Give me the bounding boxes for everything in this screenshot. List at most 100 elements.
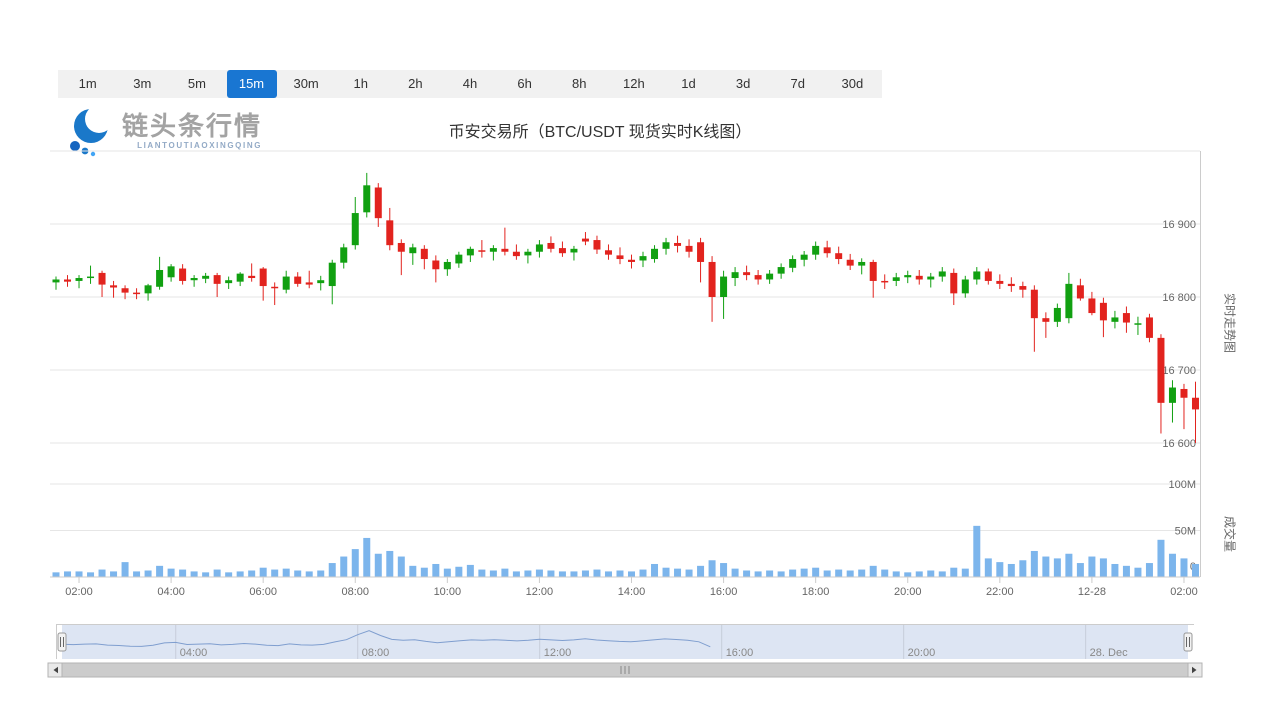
volume-bar — [260, 568, 267, 577]
volume-bar — [1054, 558, 1061, 577]
candle-down — [306, 282, 313, 284]
volume-bar — [686, 570, 693, 577]
candle-up — [202, 276, 209, 279]
candle-up — [904, 275, 911, 277]
candle-up — [927, 277, 934, 280]
volume-bar — [893, 571, 900, 577]
candle-down — [1146, 317, 1153, 337]
volume-axis-label: 100M — [1168, 479, 1196, 491]
volume-bar — [179, 570, 186, 577]
navigator-x-label: 16:00 — [726, 647, 754, 659]
candle-down — [1008, 284, 1015, 286]
volume-bar — [501, 569, 508, 577]
candle-down — [847, 260, 854, 266]
volume-bar — [490, 570, 497, 577]
volume-bar — [559, 571, 566, 577]
x-axis-label: 04:00 — [157, 586, 185, 598]
candle-up — [524, 252, 531, 256]
candle-down — [1192, 398, 1199, 410]
candle-up — [225, 280, 232, 283]
candle-down — [386, 220, 393, 245]
candle-up — [352, 213, 359, 245]
volume-bar — [145, 570, 152, 577]
volume-bar — [720, 563, 727, 577]
candle-down — [1180, 389, 1187, 398]
volume-bar — [973, 526, 980, 577]
volume-bar — [674, 569, 681, 577]
x-axis-label: 10:00 — [434, 586, 462, 598]
page: 1m3m5m15m30m1h2h4h6h8h12h1d3d7d30d 链头条行情… — [0, 0, 1280, 720]
volume-bar — [455, 567, 462, 577]
volume-bar — [1031, 551, 1038, 577]
candle-up — [640, 256, 647, 260]
volume-bar — [53, 572, 60, 577]
candle-down — [996, 281, 1003, 284]
candle-up — [1169, 388, 1176, 403]
candle-up — [363, 185, 370, 212]
volume-bar — [478, 570, 485, 577]
volume-bar — [1180, 558, 1187, 577]
volume-axis-label: 50M — [1175, 526, 1196, 538]
volume-bar — [248, 570, 255, 577]
candle-down — [916, 276, 923, 280]
candle-up — [1111, 317, 1118, 321]
candle-down — [686, 246, 693, 252]
navigator-handle-left[interactable] — [58, 633, 66, 651]
volume-bar — [283, 569, 290, 577]
kline-chart-svg: 16 90016 80016 70016 600100M50M002:0004:… — [0, 0, 1280, 720]
candle-down — [179, 269, 186, 281]
volume-bar — [1008, 564, 1015, 577]
navigator-handle-right[interactable] — [1184, 633, 1192, 651]
volume-bar — [916, 571, 923, 577]
candle-down — [824, 247, 831, 253]
volume-bar — [835, 570, 842, 577]
volume-bar — [789, 570, 796, 577]
candle-down — [432, 261, 439, 270]
candle-down — [547, 243, 554, 249]
volume-bar — [306, 571, 313, 577]
volume-bar — [513, 571, 520, 577]
candle-down — [133, 293, 140, 295]
volume-bar — [766, 570, 773, 577]
volume-bar — [697, 566, 704, 577]
volume-bar — [375, 554, 382, 577]
candle-down — [248, 276, 255, 278]
candle-up — [789, 259, 796, 268]
candle-down — [743, 272, 750, 275]
candle-up — [801, 255, 808, 260]
candle-up — [237, 274, 244, 282]
candle-up — [1134, 323, 1141, 325]
candle-down — [260, 269, 267, 287]
volume-bar — [743, 570, 750, 577]
volume-bar — [1169, 554, 1176, 577]
volume-bar — [547, 570, 554, 577]
volume-bar — [732, 569, 739, 577]
candle-down — [628, 260, 635, 262]
x-axis-label: 22:00 — [986, 586, 1014, 598]
x-axis-label: 12-28 — [1078, 586, 1106, 598]
volume-bar — [191, 571, 198, 577]
candle-down — [122, 288, 129, 292]
volume-bar — [1042, 557, 1049, 577]
candle-down — [214, 275, 221, 284]
volume-bar — [605, 571, 612, 577]
volume-bar — [927, 570, 934, 577]
candle-up — [145, 285, 152, 293]
volume-bar — [110, 571, 117, 577]
candle-up — [812, 246, 819, 255]
candle-up — [766, 274, 773, 280]
candle-up — [778, 267, 785, 274]
candle-down — [99, 273, 106, 285]
volume-bar — [122, 562, 129, 577]
volume-bar — [317, 570, 324, 577]
navigator-x-label: 04:00 — [180, 647, 208, 659]
volume-bar — [1019, 560, 1026, 577]
candle-down — [64, 279, 71, 281]
x-axis-label: 18:00 — [802, 586, 830, 598]
candle-down — [870, 262, 877, 281]
candle-up — [283, 277, 290, 290]
candle-down — [559, 248, 566, 253]
volume-bar — [432, 564, 439, 577]
price-axis-label: 16 800 — [1162, 292, 1196, 304]
volume-bar — [421, 568, 428, 577]
